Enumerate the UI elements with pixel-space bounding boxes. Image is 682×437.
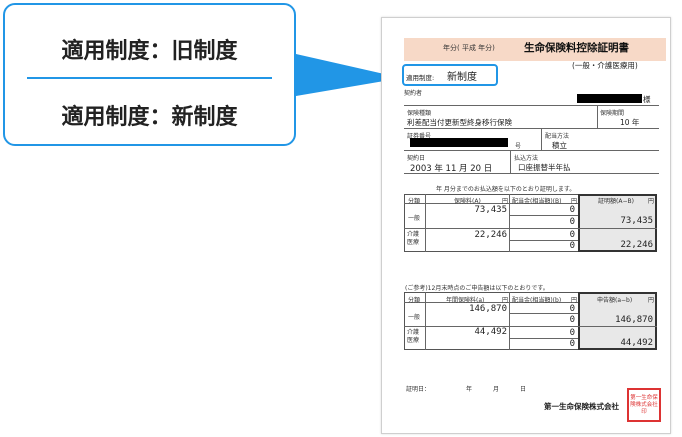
contract-date-label: 契約日 [407,155,426,162]
insurance-type-value: 利差配当付更新型終身移行保険 [407,118,512,127]
certificate-subtitle: (一般・介護医療用) [572,61,638,70]
table-row: 一般 [408,314,421,321]
t1-r2-proof: 22,246 [620,240,653,250]
t2-r2-premium: 44,492 [474,327,507,337]
system-label: 適用制度: [406,74,435,82]
t1-unit: 円 [502,198,509,205]
t1-r1-dividend-b: 0 [569,217,575,227]
t2-col-kind: 分類 [408,297,421,304]
t1-r1-premium: 73,435 [474,205,507,215]
table-row: 介護医療 [407,231,420,246]
cert-date-year: 年 [466,386,473,393]
t1-r2-premium: 22,246 [474,230,507,240]
t2-r1-declare: 146,870 [615,315,653,325]
old-system-label: 適用制度：旧制度 [61,39,238,64]
period-label: 保険期間 [600,110,625,117]
callout-divider [27,77,272,79]
company-name: 第一生命保険株式会社 [544,402,619,411]
system-callout: 適用制度：旧制度 適用制度：新制度 [3,3,296,146]
reference-caption: (ご参考)12月末時点のご申告額は以下のとおりです。 [405,285,549,292]
t1-col-kind: 分類 [408,198,421,205]
t1-r1-proof: 73,435 [620,216,653,226]
table-row: 介護医療 [407,329,420,344]
honorific: 様 [643,95,651,104]
company-seal: 第一生命保険株式会社印 [627,388,661,422]
cert-date-day: 日 [520,386,527,393]
cert-date-label: 証明日： [406,386,431,393]
period-value: 10 年 [620,118,640,127]
t1-r1-dividend-a: 0 [569,205,575,215]
contractor-label: 契約者 [404,90,423,97]
t2-r2-dividend-b: 0 [569,339,575,349]
t2-col-premium: 年間保険料(a) [446,297,485,304]
contractor-name-redacted [577,94,642,103]
cert-date-month: 月 [493,386,500,393]
t1-col-dividend: 配当金(相当額)(B) [512,198,562,205]
t2-unit-2: 円 [571,297,578,304]
t1-unit-2: 円 [571,198,578,205]
t2-r2-declare: 44,492 [620,338,653,348]
policy-no-suffix: 号 [515,143,522,150]
t2-col-declare: 申告額(a−b) [597,297,633,304]
t2-unit: 円 [502,297,509,304]
new-system-label: 適用制度：新制度 [61,105,238,130]
insurance-type-label: 保険種類 [407,110,432,117]
t2-r2-dividend-a: 0 [569,328,575,338]
t2-col-dividend: 配当金(相当額)(b) [512,297,562,304]
table-row: 一般 [408,215,421,222]
title-year: 年分( 平成 年分) [443,44,495,52]
paid-caption: 年 月分までのお払込額を以下のとおり証明します。 [436,186,576,193]
payment-method-value: 口座振替半年払 [518,163,571,172]
t2-r1-dividend-b: 0 [569,315,575,325]
t1-col-proof: 証明額(A−B) [598,198,634,205]
t2-r1-premium: 146,870 [469,304,507,314]
t1-col-premium: 保険料(A) [454,198,481,205]
dividend-method-label: 配当方法 [545,133,570,140]
system-value: 新制度 [447,72,477,83]
t1-unit-3: 円 [648,198,655,205]
t2-unit-3: 円 [648,297,655,304]
payment-method-label: 払込方法 [514,155,539,162]
t1-r2-dividend-b: 0 [569,241,575,251]
t1-r2-dividend-a: 0 [569,230,575,240]
t2-r1-dividend-a: 0 [569,304,575,314]
policy-no-redacted [410,138,508,147]
certificate-title: 生命保険料控除証明書 [524,42,629,54]
